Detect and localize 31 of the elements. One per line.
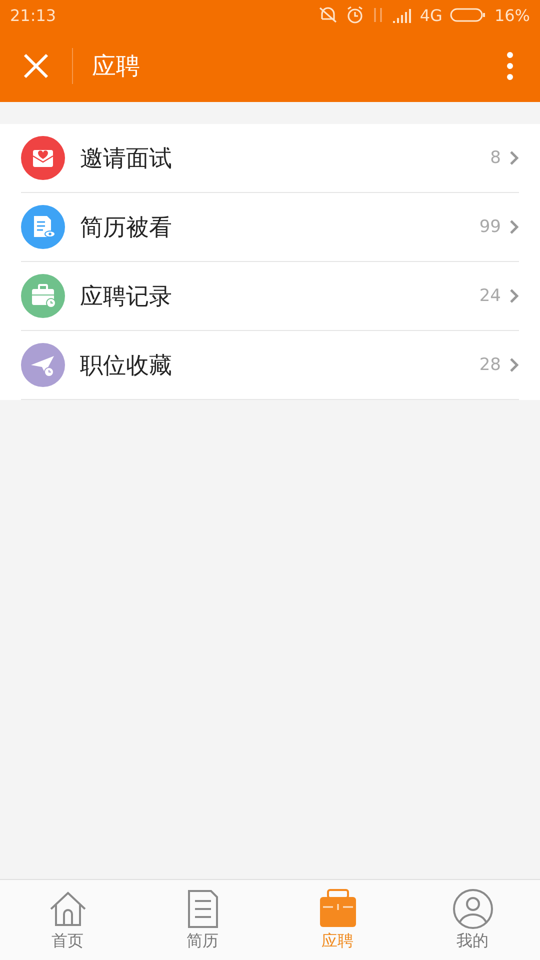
- item-label: 邀请面试: [80, 144, 173, 174]
- person-icon: [452, 888, 492, 928]
- chevron-icon: [509, 150, 519, 166]
- briefcase-icon: [318, 888, 358, 928]
- battery-icon: [450, 7, 486, 23]
- page-title: 应聘: [92, 51, 141, 82]
- alarm-icon: [346, 6, 364, 24]
- list-item[interactable]: 职位收藏 28: [21, 331, 519, 400]
- item-count: 24: [479, 286, 501, 306]
- person-tab[interactable]: 我的: [405, 880, 540, 960]
- status-time: 21:13: [10, 6, 56, 24]
- item-label: 应聘记录: [80, 282, 173, 312]
- more-icon: [506, 51, 514, 81]
- close-icon: [23, 53, 49, 79]
- list-item[interactable]: 应聘记录 24: [21, 262, 519, 331]
- chevron-icon: [509, 288, 519, 304]
- list-item[interactable]: 简历被看 99: [21, 193, 519, 262]
- battery-level: 16%: [494, 6, 530, 24]
- chevron-icon: [509, 357, 519, 373]
- list-item[interactable]: 邀请面试 8: [21, 124, 519, 193]
- chevron-icon: [509, 219, 519, 235]
- item-count: 28: [479, 355, 501, 375]
- item-label: 简历被看: [80, 214, 173, 242]
- item-label: 职位收藏: [80, 352, 173, 380]
- item-count: 99: [479, 217, 501, 237]
- mute-icon: [318, 6, 338, 24]
- network-type: 4G: [420, 6, 442, 24]
- home-tab[interactable]: 首页: [0, 880, 135, 960]
- document-tab[interactable]: 简历: [135, 880, 270, 960]
- signal-icon: [392, 7, 412, 23]
- item-count: 8: [490, 148, 501, 168]
